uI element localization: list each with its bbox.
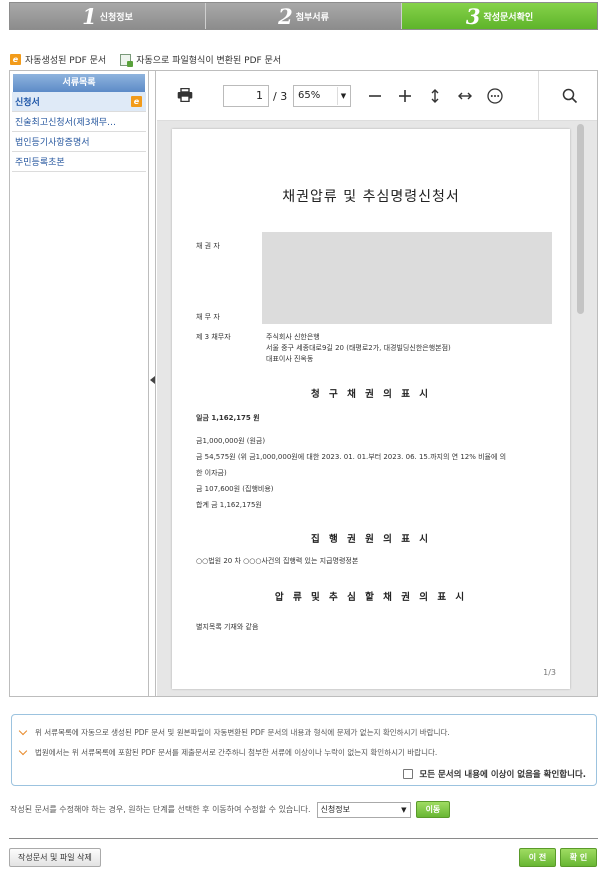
chevron-down-icon bbox=[18, 746, 28, 756]
sidebar-item-label: 주민등록초본 bbox=[15, 158, 65, 168]
page-number-input[interactable]: 1 bbox=[223, 85, 269, 107]
debtor-label: 채 무 자 bbox=[196, 313, 220, 321]
auto-pdf-icon: e bbox=[131, 96, 142, 107]
legend-auto-pdf: e 자동생성된 PDF 문서 bbox=[10, 53, 106, 66]
sidebar-item-label: 진술최고신청서(제3채무… bbox=[15, 118, 117, 128]
pdf-viewer: 1 / 3 65% ▼ 채권압류 및 추심명령신청서 채 권 자 채 무 자 제… bbox=[157, 71, 597, 696]
converted-pdf-icon bbox=[120, 53, 134, 67]
claim-section-title: 청 구 채 권 의 표 시 bbox=[310, 389, 432, 400]
notice-text: 법원에서는 위 서류목록에 포함된 PDF 문서를 제출문서로 간주하니 첨부한… bbox=[35, 748, 438, 757]
previous-button[interactable]: 이 전 bbox=[519, 848, 556, 867]
footer-divider bbox=[9, 838, 598, 839]
page-footer-number: 1/3 bbox=[543, 668, 556, 677]
page-total: / 3 bbox=[273, 90, 288, 103]
third-debtor-label: 제 3 채무자 bbox=[196, 333, 231, 341]
move-button[interactable]: 이동 bbox=[415, 801, 451, 818]
sidebar-item-application[interactable]: 신청서 e bbox=[12, 92, 146, 112]
party-redacted-box bbox=[262, 232, 552, 324]
seizure-section-line: 별지목록 기재와 같음 bbox=[196, 623, 259, 631]
pdf-toolbar: 1 / 3 65% ▼ bbox=[157, 71, 597, 121]
claim-line: 금 54,575원 (위 금1,000,000원에 대한 2023. 01. 0… bbox=[196, 453, 507, 461]
edit-step-row: 작성된 문서를 수정해야 하는 경우, 원하는 단계를 선택한 후 이동하여 수… bbox=[10, 801, 451, 818]
step-1-label: 신청정보 bbox=[99, 12, 133, 23]
step-1: 1 신청정보 bbox=[10, 3, 206, 29]
claim-line: 한 이자금) bbox=[196, 469, 227, 477]
step-3-active: 3 작성문서확인 bbox=[402, 3, 597, 29]
step-1-number: 1 bbox=[82, 3, 97, 29]
search-icon[interactable] bbox=[561, 87, 579, 105]
step-select[interactable]: 신청정보 ▼ bbox=[316, 801, 411, 818]
document-list-title: 서류목록 bbox=[13, 74, 145, 92]
step-3-number: 3 bbox=[465, 3, 481, 29]
pdf-scrollbar-thumb[interactable] bbox=[577, 124, 584, 314]
toolbar-separator bbox=[538, 71, 539, 121]
claim-total: 일금 1,162,175 원 bbox=[196, 414, 260, 422]
chevron-down-icon: ▼ bbox=[337, 87, 349, 105]
sidebar-item-statement-request[interactable]: 진술최고신청서(제3채무… bbox=[12, 112, 146, 132]
legend-converted-pdf-label: 자동으로 파일형식이 변환된 PDF 문서 bbox=[136, 56, 282, 66]
zoom-out-icon[interactable] bbox=[366, 87, 384, 105]
claim-line: 금 107,600원 (집행비용) bbox=[196, 485, 274, 493]
third-debtor-details: 주식회사 신한은행 서울 중구 세종대로9길 20 (태평로2가, 대경빌딩신한… bbox=[266, 332, 451, 365]
seizure-section-title: 압 류 및 추 심 할 채 권 의 표 시 bbox=[274, 592, 468, 603]
step-progress-bar: 1 신청정보 2 첨부서류 3 작성문서확인 bbox=[9, 2, 598, 30]
sidebar-item-label: 법인등기사항증명서 bbox=[15, 138, 90, 148]
third-debtor-line: 서울 중구 세종대로9길 20 (태평로2가, 대경빌딩신한은행본점) bbox=[266, 344, 451, 352]
document-type-legend: e 자동생성된 PDF 문서 자동으로 파일형식이 변환된 PDF 문서 bbox=[10, 53, 295, 67]
title-section-line: ○○법원 20 차 ○○○사건의 집행력 있는 지급명령정본 bbox=[196, 557, 359, 565]
notice-box: 위 서류목록에 자동으로 생성된 PDF 문서 및 원본파일이 자동변환된 PD… bbox=[11, 714, 597, 786]
document-title: 채권압류 및 추심명령신청서 bbox=[282, 189, 460, 205]
confirm-button[interactable]: 확 인 bbox=[560, 848, 597, 867]
print-icon[interactable] bbox=[177, 88, 193, 102]
auto-pdf-icon: e bbox=[10, 54, 21, 65]
step-2-label: 첨부서류 bbox=[295, 12, 329, 23]
edit-instruction: 작성된 문서를 수정해야 하는 경우, 원하는 단계를 선택한 후 이동하여 수… bbox=[10, 805, 311, 814]
fit-height-icon[interactable] bbox=[426, 87, 444, 105]
third-debtor-line: 주식회사 신한은행 bbox=[266, 333, 320, 341]
chevron-down-icon bbox=[18, 726, 28, 736]
step-3-label: 작성문서확인 bbox=[483, 12, 534, 23]
pdf-page: 채권압류 및 추심명령신청서 채 권 자 채 무 자 제 3 채무자 주식회사 … bbox=[172, 129, 570, 689]
confirm-checkbox[interactable] bbox=[403, 769, 414, 779]
confirm-label[interactable]: 모든 문서의 내용에 이상이 없음을 확인합니다. bbox=[419, 768, 586, 780]
title-section-title: 집 행 권 원 의 표 시 bbox=[310, 534, 432, 545]
sidebar-item-label: 신청서 bbox=[15, 98, 40, 108]
claim-line: 합계 금 1,162,175원 bbox=[196, 501, 262, 509]
sidebar-item-corporate-registry[interactable]: 법인등기사항증명서 bbox=[12, 132, 146, 152]
legend-auto-pdf-label: 자동생성된 PDF 문서 bbox=[25, 56, 107, 66]
panel-divider bbox=[155, 71, 156, 696]
confirm-check-row[interactable]: 모든 문서의 내용에 이상이 없음을 확인합니다. bbox=[403, 768, 586, 780]
zoom-value: 65% bbox=[298, 90, 321, 101]
third-debtor-line: 대표이사 진옥동 bbox=[266, 355, 314, 363]
document-list-sidebar: 서류목록 신청서 e 진술최고신청서(제3채무… 법인등기사항증명서 주민등록초… bbox=[10, 71, 149, 696]
notice-text: 위 서류목록에 자동으로 생성된 PDF 문서 및 원본파일이 자동변환된 PD… bbox=[35, 728, 450, 737]
step-2-number: 2 bbox=[278, 3, 293, 29]
notice-line-1: 위 서류목록에 자동으로 생성된 PDF 문서 및 원본파일이 자동변환된 PD… bbox=[18, 726, 450, 738]
claim-line: 금1,000,000원 (원금) bbox=[196, 437, 266, 445]
zoom-in-icon[interactable] bbox=[396, 87, 414, 105]
zoom-select[interactable]: 65% ▼ bbox=[293, 85, 351, 107]
delete-documents-button[interactable]: 작성문서 및 파일 삭제 bbox=[9, 848, 101, 867]
legend-converted-pdf: 자동으로 파일형식이 변환된 PDF 문서 bbox=[120, 53, 282, 67]
chevron-down-icon: ▼ bbox=[401, 805, 407, 814]
sidebar-item-resident-abstract[interactable]: 주민등록초본 bbox=[12, 152, 146, 172]
fit-width-icon[interactable] bbox=[456, 87, 474, 105]
step-select-value: 신청정보 bbox=[320, 804, 351, 814]
step-2: 2 첨부서류 bbox=[206, 3, 402, 29]
document-review-panel: 서류목록 신청서 e 진술최고신청서(제3채무… 법인등기사항증명서 주민등록초… bbox=[9, 70, 598, 697]
creditor-label: 채 권 자 bbox=[196, 242, 220, 250]
notice-line-2: 법원에서는 위 서류목록에 포함된 PDF 문서를 제출문서로 간주하니 첨부한… bbox=[18, 746, 438, 758]
more-options-icon[interactable] bbox=[486, 87, 504, 105]
